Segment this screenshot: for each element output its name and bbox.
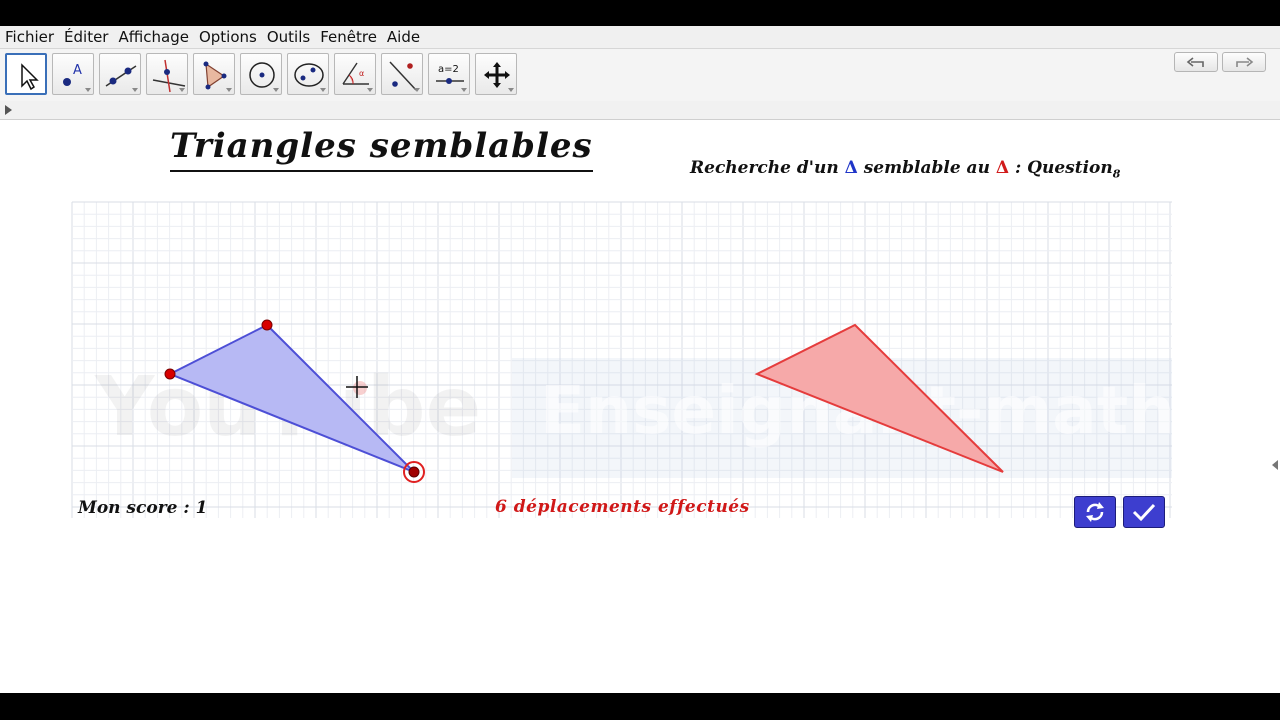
dropdown-arrow-icon — [508, 88, 514, 92]
point-tool-button[interactable]: A — [52, 53, 94, 95]
undo-button[interactable] — [1174, 52, 1218, 72]
perpendicular-tool-button[interactable] — [146, 53, 188, 95]
angle-tool-button[interactable]: α — [334, 53, 376, 95]
undo-icon — [1186, 57, 1204, 67]
blue-vertex-b[interactable] — [261, 319, 273, 331]
expand-arrow-icon[interactable] — [5, 105, 13, 115]
move-tool-button[interactable] — [5, 53, 47, 95]
menu-bar: Fichier Éditer Affichage Options Outils … — [0, 26, 1280, 49]
menu-aide[interactable]: Aide — [382, 26, 425, 48]
dropdown-arrow-icon — [132, 88, 138, 92]
circle-tool-button[interactable] — [240, 53, 282, 95]
menu-editer[interactable]: Éditer — [59, 26, 113, 48]
blue-vertex-a[interactable] — [164, 368, 176, 380]
menu-outils[interactable]: Outils — [262, 26, 315, 48]
dropdown-arrow-icon — [179, 88, 185, 92]
dropdown-arrow-icon — [320, 88, 326, 92]
geogebra-window: Fichier Éditer Affichage Options Outils … — [0, 26, 1280, 693]
polygon-tool-button[interactable] — [193, 53, 235, 95]
line-tool-button[interactable] — [99, 53, 141, 95]
toolbar: A α a=2 — [0, 49, 1280, 122]
dropdown-arrow-icon — [85, 88, 91, 92]
reflect-tool-button[interactable] — [381, 53, 423, 95]
blue-triangle[interactable] — [167, 323, 415, 473]
dropdown-arrow-icon — [461, 88, 467, 92]
slider-tool-label: a=2 — [438, 64, 459, 75]
dropdown-arrow-icon — [414, 88, 420, 92]
score-label: Mon score : 1 — [78, 498, 208, 518]
dropdown-arrow-icon — [273, 88, 279, 92]
svg-text:A: A — [73, 63, 82, 78]
redo-icon — [1236, 57, 1254, 67]
graphics-view[interactable]: YouTube Enseignant-maths Triangles sembl… — [0, 120, 1280, 693]
check-icon — [1132, 503, 1156, 522]
validate-button[interactable] — [1123, 496, 1165, 528]
menu-fichier[interactable]: Fichier — [0, 26, 59, 48]
input-bar-toggle-strip — [0, 101, 1280, 120]
menu-options[interactable]: Options — [194, 26, 262, 48]
move-graphics-view-button[interactable] — [475, 53, 517, 95]
svg-text:α: α — [359, 69, 364, 78]
crosshair-cursor-icon — [346, 376, 368, 398]
collapse-panel-arrow-icon[interactable] — [1272, 460, 1278, 470]
conic-tool-button[interactable] — [287, 53, 329, 95]
menu-fenetre[interactable]: Fenêtre — [315, 26, 382, 48]
refresh-button[interactable] — [1074, 496, 1116, 528]
blue-vertex-c[interactable] — [408, 466, 420, 478]
red-triangle — [754, 323, 1004, 473]
dropdown-arrow-icon — [226, 88, 232, 92]
slider-tool-button[interactable]: a=2 — [428, 53, 470, 95]
dropdown-arrow-icon — [367, 88, 373, 92]
redo-button[interactable] — [1222, 52, 1266, 72]
refresh-icon — [1086, 502, 1104, 522]
figures-layer — [164, 319, 1004, 483]
move-tool-icon — [21, 63, 39, 91]
menu-affichage[interactable]: Affichage — [113, 26, 193, 48]
moves-counter: 6 déplacements effectués — [495, 497, 750, 517]
